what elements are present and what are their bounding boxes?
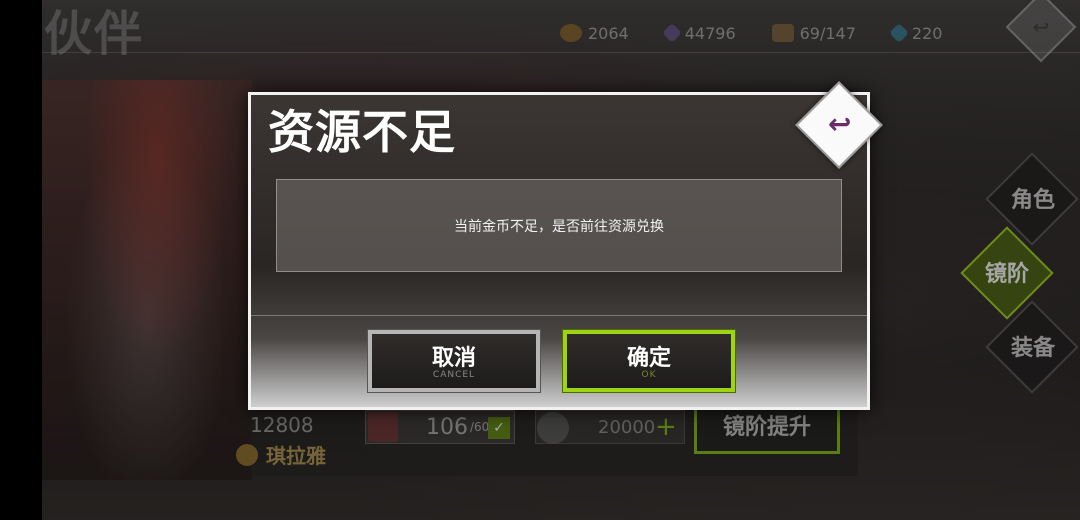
dialog-message: 当前金币不足，是否前往资源兑换 <box>454 218 664 235</box>
back-arrow-icon: ↩ <box>827 107 852 141</box>
dialog-title: 资源不足 <box>268 105 456 159</box>
confirm-button[interactable]: 确定 OK <box>562 329 736 393</box>
dialog-message-box: 当前金币不足，是否前往资源兑换 <box>276 179 842 272</box>
cancel-button-sublabel: CANCEL <box>432 370 476 380</box>
cancel-button[interactable]: 取消 CANCEL <box>367 329 541 393</box>
dialog-divider <box>251 315 867 316</box>
cancel-button-label: 取消 <box>431 346 476 371</box>
confirm-button-label: 确定 <box>626 346 671 371</box>
confirm-button-sublabel: OK <box>641 370 657 380</box>
